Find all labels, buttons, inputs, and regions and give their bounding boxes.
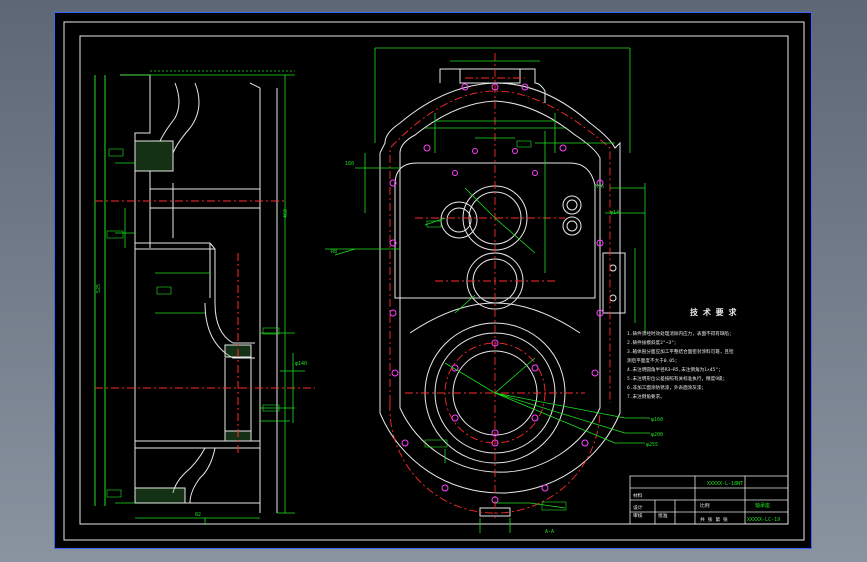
dim-label-d3: φ200 xyxy=(651,432,663,438)
dim-label-d1: φ140 xyxy=(295,361,307,367)
tech-req-item-4: 测后平面度不大于0.05； xyxy=(627,357,679,364)
title-material-label: 材料 xyxy=(633,492,643,499)
title-drawing-no: XXXXX-LC-19 xyxy=(747,517,780,523)
front-dim-labels: φ160 φ200 φ255 160 R8 M16 φ14 A-A xyxy=(331,161,663,535)
cad-viewport[interactable]: 460 525 φ140 82 φ160 φ200 φ255 160 R8 M1… xyxy=(54,12,812,549)
front-view xyxy=(379,68,626,517)
side-centerlines xyxy=(95,200,315,453)
dim-label-d4: φ255 xyxy=(646,442,658,448)
front-centerlines xyxy=(389,53,611,518)
side-dim-labels: 460 525 φ140 82 xyxy=(96,148,307,518)
dim-label-d6: 525 xyxy=(96,284,102,293)
title-checker-label: 审核 xyxy=(633,512,643,519)
dim-label-d9: R8 xyxy=(331,249,337,255)
title-designer-label: 设计 xyxy=(633,504,643,511)
dim-label-d2: φ160 xyxy=(651,417,663,423)
title-part-name: 轴承座 xyxy=(755,502,770,509)
title-scale-label: 比例 xyxy=(700,502,710,509)
dim-label-d5: 460 xyxy=(283,209,289,218)
cad-drawing: 460 525 φ140 82 φ160 φ200 φ255 160 R8 M1… xyxy=(63,21,805,541)
tech-req-title: 技 术 要 求 xyxy=(690,307,737,317)
tech-req-item-2: 2.铸件拔模斜度2°~3°； xyxy=(627,339,679,346)
tech-req-item-1: 1.铸件须经时效处理消除内应力，表面不得有缺陷； xyxy=(627,330,734,337)
title-sheet-label: 共 张 第 张 xyxy=(700,516,728,523)
tech-req-item-7: 6.非加工面涂防锈漆，外表面涂灰漆； xyxy=(627,384,706,391)
front-dims xyxy=(325,47,650,533)
tech-req-item-5: 4.未注明圆角半径R3~R5,未注倒角为1×45°； xyxy=(627,366,723,373)
tech-req-item-6: 5.未注明形位公差按照有关标准执行，精度9级； xyxy=(627,375,727,382)
dim-label-d11: φ14 xyxy=(610,210,619,216)
dim-label-d10: M16 xyxy=(595,184,604,190)
tech-req-item-3: 3.箱体剖分面应加工平整结合面密封涂料可靠，且检 xyxy=(627,348,734,355)
side-section-view xyxy=(94,74,278,513)
tech-req-item-8: 7.未注倒角要求。 xyxy=(627,393,665,400)
dim-label-d7: 82 xyxy=(195,512,201,518)
tech-requirements: 技 术 要 求 1.铸件须经时效处理消除内应力，表面不得有缺陷； 2.铸件拔模斜… xyxy=(627,307,737,400)
dim-label-d8: 160 xyxy=(345,161,354,167)
title-code-top: XXXXX-L-18NT xyxy=(707,481,743,487)
dim-label-d12: A-A xyxy=(545,529,554,535)
title-approval-label: 批准 xyxy=(658,512,668,519)
